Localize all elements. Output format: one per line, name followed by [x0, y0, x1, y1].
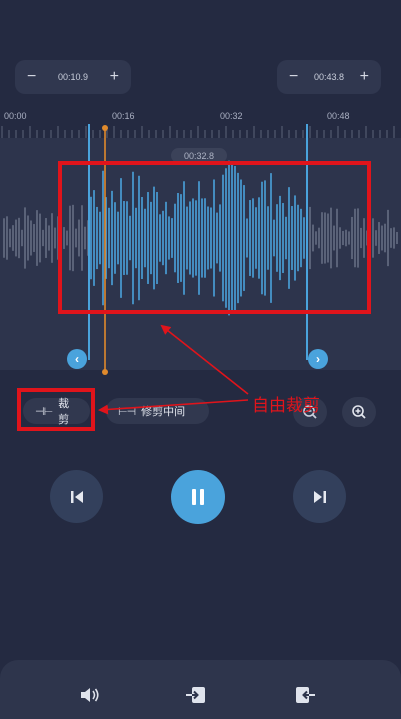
skip-previous-button[interactable]	[50, 470, 103, 523]
fade-in-button[interactable]	[185, 685, 207, 710]
volume-button[interactable]	[78, 684, 102, 711]
skip-next-button[interactable]	[293, 470, 346, 523]
bottom-toolbar	[0, 660, 401, 719]
skip-previous-icon	[70, 490, 83, 503]
fade-out-button[interactable]	[294, 685, 316, 710]
volume-icon	[81, 688, 99, 702]
skip-next-icon	[313, 490, 326, 503]
annotation-arrow-waveform	[160, 324, 249, 395]
fade-in-icon	[186, 687, 205, 703]
pause-icon	[192, 489, 204, 505]
pause-button[interactable]	[171, 470, 225, 524]
fade-out-icon	[296, 687, 315, 703]
annotation-arrow-trim	[98, 399, 249, 415]
annotation-arrows	[98, 324, 249, 415]
